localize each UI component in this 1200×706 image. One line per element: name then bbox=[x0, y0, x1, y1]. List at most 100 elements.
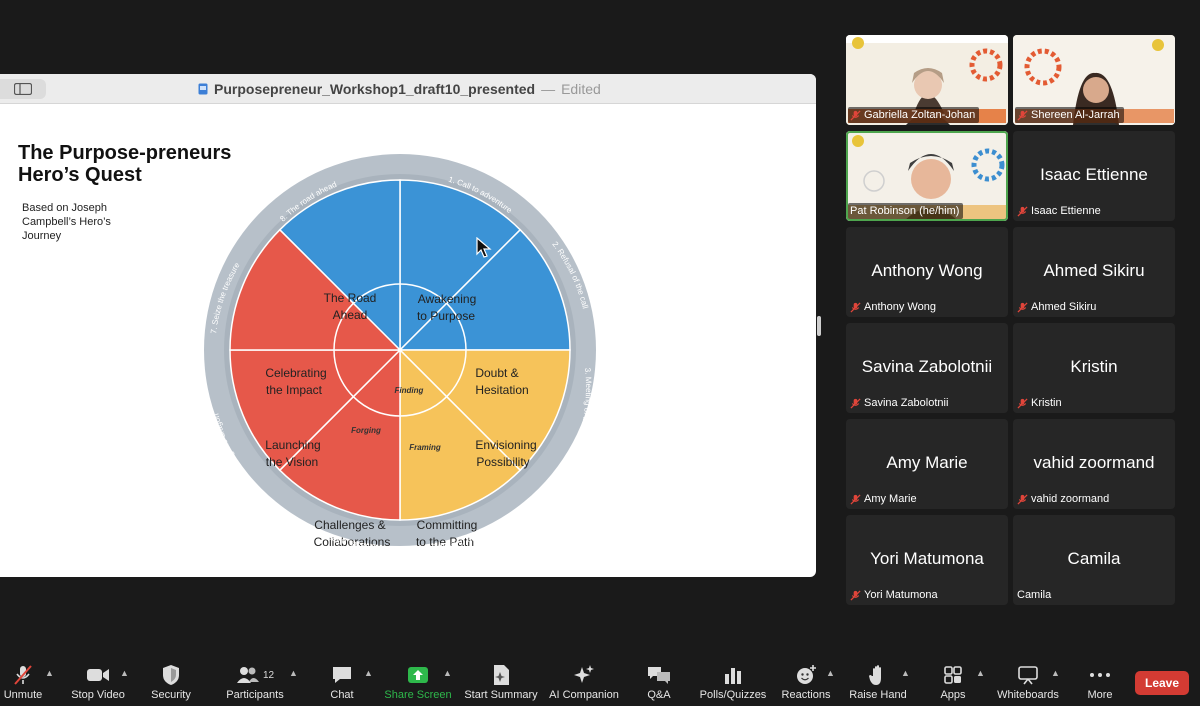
keynote-document-icon bbox=[198, 83, 208, 95]
polls-quizzes-button[interactable]: Polls/Quizzes bbox=[699, 664, 767, 704]
center-finding: Finding bbox=[395, 386, 424, 395]
shared-screen-window: Purposepreneur_Workshop1_draft10_present… bbox=[0, 74, 816, 577]
reactions-options-chevron-icon[interactable]: ▲ bbox=[826, 668, 835, 678]
apps-label: Apps bbox=[940, 689, 966, 701]
qa-label: Q&A bbox=[647, 689, 671, 701]
summary-document-icon bbox=[494, 665, 509, 685]
participant-tile[interactable]: Savina Zabolotnii Savina Zabolotnii bbox=[846, 323, 1008, 413]
participant-name-label: Kristin bbox=[1015, 395, 1066, 411]
raised-hand-icon bbox=[869, 665, 881, 685]
muted-mic-icon bbox=[1017, 205, 1028, 217]
participant-tile[interactable]: Anthony Wong Anthony Wong bbox=[846, 227, 1008, 317]
participant-tile[interactable]: Amy Marie Amy Marie bbox=[846, 419, 1008, 509]
slide-subtitle: Based on Joseph Campbell’s Hero’s Journe… bbox=[22, 202, 111, 242]
participant-display-name: Kristin bbox=[1070, 357, 1118, 376]
participants-options-chevron-icon[interactable]: ▲ bbox=[289, 668, 298, 678]
raise-hand-button[interactable]: Raise Hand bbox=[849, 664, 907, 704]
segment-awakening-line1: Awakening bbox=[418, 292, 477, 306]
participants-label: Participants bbox=[226, 689, 284, 701]
reactions-button[interactable]: Reactions bbox=[780, 664, 832, 704]
security-button[interactable]: Security bbox=[148, 664, 194, 704]
participants-button[interactable]: 12 Participants bbox=[224, 664, 286, 704]
participant-name-label: Pat Robinson (he/him) bbox=[848, 203, 964, 219]
participant-tile[interactable]: Yori Matumona Yori Matumona bbox=[846, 515, 1008, 605]
segment-road-ahead-line1: The Road bbox=[324, 291, 377, 305]
share-options-chevron-icon[interactable]: ▲ bbox=[443, 668, 452, 678]
participant-tile[interactable]: Ahmed Sikiru Ahmed Sikiru bbox=[1013, 227, 1175, 317]
stop-video-label: Stop Video bbox=[71, 689, 125, 701]
segment-doubt-line2: Hesitation bbox=[475, 383, 528, 397]
stop-video-button[interactable]: Stop Video bbox=[70, 664, 126, 704]
participants-icon bbox=[236, 667, 259, 683]
unmute-button[interactable]: Unmute bbox=[2, 664, 44, 704]
participant-display-name: Isaac Ettienne bbox=[1040, 165, 1148, 184]
apps-grid-icon bbox=[944, 666, 962, 684]
audio-options-chevron-icon[interactable]: ▲ bbox=[45, 668, 54, 678]
more-dots-icon bbox=[1090, 673, 1110, 677]
participant-tile[interactable]: Camila Camila bbox=[1013, 515, 1175, 605]
participant-display-name: Ahmed Sikiru bbox=[1043, 261, 1145, 280]
whiteboards-options-chevron-icon[interactable]: ▲ bbox=[1051, 668, 1060, 678]
participant-tile-active-speaker[interactable]: Pat Robinson (he/him) bbox=[846, 131, 1008, 221]
participant-name: Yori Matumona bbox=[864, 589, 938, 601]
segment-road-ahead-line2: Ahead bbox=[333, 308, 368, 322]
heros-quest-wheel: The Road Ahead Awakening to Purpose Doub… bbox=[204, 154, 596, 550]
ai-sparkle-icon bbox=[574, 665, 594, 683]
qa-bubbles-icon bbox=[648, 667, 670, 684]
title-separator: — bbox=[541, 81, 556, 97]
center-framing: Framing bbox=[409, 443, 441, 452]
participant-tile[interactable]: vahid zoormand vahid zoormand bbox=[1013, 419, 1175, 509]
participant-name-label: Savina Zabolotnii bbox=[848, 395, 952, 411]
participant-name: Savina Zabolotnii bbox=[864, 397, 949, 409]
participant-display-name: Amy Marie bbox=[886, 453, 968, 472]
sidebar-toggle-button[interactable] bbox=[0, 79, 46, 99]
qa-button[interactable]: Q&A bbox=[644, 664, 674, 704]
segment-celebrating-line1: Celebrating bbox=[265, 366, 326, 380]
bar-chart-icon bbox=[725, 668, 741, 684]
muted-mic-icon bbox=[14, 665, 32, 685]
chat-button[interactable]: Chat bbox=[326, 664, 358, 704]
participant-name: Gabriella Zoltan-Johan bbox=[864, 109, 976, 121]
participant-name: Amy Marie bbox=[864, 493, 917, 505]
participant-display-name: vahid zoormand bbox=[1033, 453, 1155, 472]
participant-display-name: Anthony Wong bbox=[871, 261, 983, 280]
raise-hand-options-chevron-icon[interactable]: ▲ bbox=[901, 668, 910, 678]
participant-count: 12 bbox=[262, 669, 275, 681]
start-summary-button[interactable]: Start Summary bbox=[464, 664, 538, 704]
start-summary-label: Start Summary bbox=[464, 689, 538, 701]
participant-tile[interactable]: Shereen Al-Jarrah bbox=[1013, 35, 1175, 125]
mouse-cursor-icon bbox=[476, 237, 492, 258]
participant-name: Shereen Al-Jarrah bbox=[1031, 109, 1120, 121]
share-screen-button[interactable]: Share Screen bbox=[384, 664, 452, 704]
participant-tile[interactable]: Isaac Ettienne Isaac Ettienne bbox=[1013, 131, 1175, 221]
chat-label: Chat bbox=[330, 689, 354, 701]
segment-committing-line1: Committing bbox=[417, 518, 478, 532]
participant-tile[interactable]: Kristin Kristin bbox=[1013, 323, 1175, 413]
chat-bubble-icon bbox=[333, 667, 351, 683]
muted-mic-icon bbox=[850, 493, 861, 505]
participant-display-name: Camila bbox=[1067, 549, 1121, 568]
segment-awakening-line2: to Purpose bbox=[417, 309, 475, 323]
smiley-icon bbox=[797, 665, 816, 684]
security-label: Security bbox=[151, 689, 191, 701]
participant-name-label: vahid zoormand bbox=[1015, 491, 1113, 507]
apps-options-chevron-icon[interactable]: ▲ bbox=[976, 668, 985, 678]
chat-options-chevron-icon[interactable]: ▲ bbox=[364, 668, 373, 678]
participant-name-label: Shereen Al-Jarrah bbox=[1015, 107, 1124, 123]
split-resize-handle[interactable] bbox=[817, 316, 821, 336]
participant-tile[interactable]: Gabriella Zoltan-Johan bbox=[846, 35, 1008, 125]
more-button[interactable]: More bbox=[1084, 664, 1116, 704]
segment-launching-line2: the Vision bbox=[266, 455, 318, 469]
video-options-chevron-icon[interactable]: ▲ bbox=[120, 668, 129, 678]
segment-celebrating-line2: the Impact bbox=[266, 383, 323, 397]
shared-window-titlebar: Purposepreneur_Workshop1_draft10_present… bbox=[0, 74, 816, 104]
ai-companion-button[interactable]: AI Companion bbox=[549, 664, 619, 704]
share-screen-icon bbox=[408, 667, 428, 683]
participant-name: Pat Robinson (he/him) bbox=[850, 205, 960, 217]
segment-doubt-line1: Doubt & bbox=[475, 366, 518, 380]
participant-name-label: Camila bbox=[1015, 587, 1055, 603]
leave-meeting-button[interactable]: Leave bbox=[1135, 671, 1189, 695]
document-status: Edited bbox=[561, 81, 601, 97]
apps-button[interactable]: Apps bbox=[939, 664, 967, 704]
document-title-bar: Purposepreneur_Workshop1_draft10_present… bbox=[198, 80, 601, 98]
